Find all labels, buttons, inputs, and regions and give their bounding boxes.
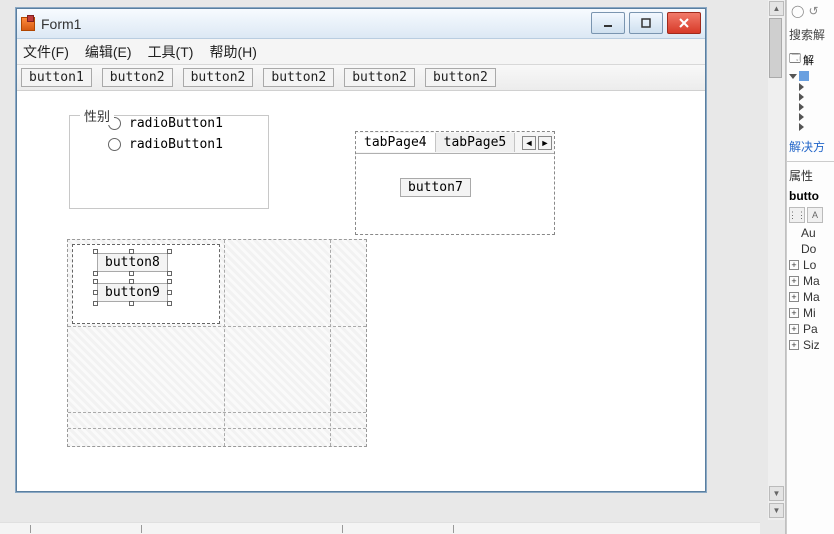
prop-pa[interactable]: Pa: [803, 322, 818, 336]
maximize-button[interactable]: [629, 12, 663, 34]
tree-toolbar-icon[interactable]: 🗔: [789, 50, 801, 69]
radio-label-1: radioButton1: [129, 116, 223, 131]
tab-scroll-left[interactable]: ◄: [522, 136, 536, 150]
tlp-cell-0-0[interactable]: button8 button9: [72, 244, 220, 324]
menu-file[interactable]: 文件(F): [23, 42, 69, 62]
prop-expand-icon[interactable]: +: [789, 308, 799, 318]
radio-label-2: radioButton1: [129, 137, 223, 152]
toolstrip-button-4[interactable]: button2: [263, 68, 334, 87]
radio-button-1[interactable]: radioButton1: [108, 116, 268, 131]
form-client-area[interactable]: 性别 radioButton1 radioButton1 tabPage4 ta…: [17, 91, 705, 491]
tree-expander-icon[interactable]: [799, 83, 804, 91]
tree-expander-icon[interactable]: [799, 113, 804, 121]
properties-selected-object: butto: [787, 187, 834, 205]
prop-alpha-icon[interactable]: A: [807, 207, 823, 223]
tab-control[interactable]: tabPage4 tabPage5 ◄ ► button7: [355, 131, 555, 235]
form-icon: [21, 17, 35, 31]
table-layout-panel[interactable]: button8 button9: [67, 239, 367, 447]
prop-siz[interactable]: Siz: [803, 338, 820, 352]
tab-scroll-right[interactable]: ►: [538, 136, 552, 150]
right-side-panel: ◯ ↺ 搜索解 🗔解 解决方 属性 butto ⋮⋮ A Au Do + Lo +…: [786, 0, 834, 534]
prop-ma1[interactable]: Ma: [803, 274, 820, 288]
groupbox-title: 性别: [80, 106, 114, 125]
bottom-ruler: [0, 522, 760, 534]
prop-mi[interactable]: Mi: [803, 306, 816, 320]
prop-lo[interactable]: Lo: [803, 258, 816, 272]
toolstrip: button1 button2 button2 button2 button2 …: [17, 65, 705, 91]
titlebar[interactable]: Form1: [17, 9, 705, 39]
button-8[interactable]: button8: [97, 253, 168, 272]
menu-tools[interactable]: 工具(T): [148, 42, 194, 62]
toolstrip-button-2[interactable]: button2: [102, 68, 173, 87]
minimize-button[interactable]: [591, 12, 625, 34]
prop-expand-icon[interactable]: +: [789, 260, 799, 270]
project-icon: [799, 71, 809, 81]
menubar: 文件(F) 编辑(E) 工具(T) 帮助(H): [17, 39, 705, 65]
prop-do[interactable]: Do: [801, 242, 816, 256]
prop-expand-icon[interactable]: +: [789, 324, 799, 334]
groupbox-gender[interactable]: 性别 radioButton1 radioButton1: [69, 115, 269, 209]
scroll-up-icon[interactable]: ▲: [769, 1, 784, 16]
tab-page-5[interactable]: tabPage5: [436, 133, 516, 152]
tab-page-4[interactable]: tabPage4: [356, 133, 436, 152]
toolstrip-button-1[interactable]: button1: [21, 68, 92, 87]
search-solution-label[interactable]: 搜索解: [787, 22, 834, 47]
scroll-thumb[interactable]: [769, 18, 782, 78]
tree-expander-icon[interactable]: [799, 103, 804, 111]
tree-expander-icon[interactable]: [789, 74, 797, 79]
prop-expand-icon[interactable]: +: [789, 340, 799, 350]
prop-categorized-icon[interactable]: ⋮⋮: [789, 207, 805, 223]
toolstrip-button-3[interactable]: button2: [183, 68, 254, 87]
prop-expand-icon[interactable]: +: [789, 292, 799, 302]
tab-page-content[interactable]: button7: [356, 154, 554, 234]
solution-explorer-link[interactable]: 解决方: [787, 134, 834, 159]
prop-ma2[interactable]: Ma: [803, 290, 820, 304]
radio-icon: [108, 138, 121, 151]
designer-vertical-scrollbar[interactable]: ▲ ▼ ▼: [768, 0, 785, 520]
designer-canvas: Form1 文件(F) 编辑(E) 工具(T) 帮助(H) button1 bu…: [0, 0, 786, 534]
button-7[interactable]: button7: [400, 178, 471, 197]
button-9[interactable]: button9: [97, 283, 168, 302]
window-title: Form1: [41, 16, 81, 32]
prop-expand-icon[interactable]: +: [789, 276, 799, 286]
properties-panel-title: 属性: [787, 164, 834, 187]
toolstrip-button-6[interactable]: button2: [425, 68, 496, 87]
scroll-down-icon[interactable]: ▼: [769, 503, 784, 518]
close-button[interactable]: [667, 12, 701, 34]
tree-root[interactable]: 解: [803, 52, 814, 68]
scroll-down-icon[interactable]: ▼: [769, 486, 784, 501]
prop-au[interactable]: Au: [801, 226, 816, 240]
nav-forward-icon[interactable]: ↺: [808, 4, 818, 18]
menu-help[interactable]: 帮助(H): [209, 42, 256, 62]
menu-edit[interactable]: 编辑(E): [85, 42, 132, 62]
nav-back-icon[interactable]: ◯: [791, 4, 804, 18]
toolstrip-button-5[interactable]: button2: [344, 68, 415, 87]
tree-expander-icon[interactable]: [799, 93, 804, 101]
form-window: Form1 文件(F) 编辑(E) 工具(T) 帮助(H) button1 bu…: [16, 8, 706, 492]
solution-explorer-tree[interactable]: 🗔解: [787, 47, 834, 134]
tree-expander-icon[interactable]: [799, 123, 804, 131]
radio-button-2[interactable]: radioButton1: [108, 137, 268, 152]
